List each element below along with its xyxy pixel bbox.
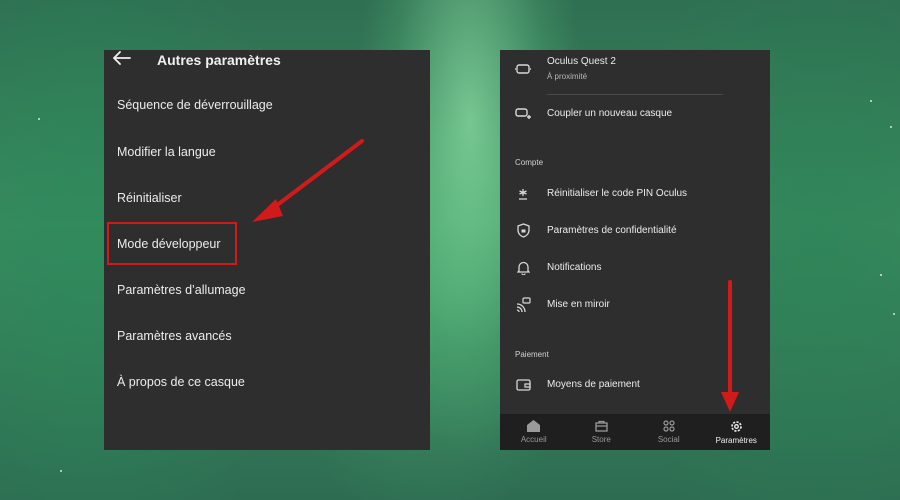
other-settings-panel: Autres paramètres Séquence de déverrouil… [104, 50, 430, 450]
device-name[interactable]: Oculus Quest 2 [547, 56, 616, 67]
wallet-icon [514, 377, 532, 393]
notifications-item[interactable]: Notifications [547, 262, 601, 273]
nav-tab-label: Social [657, 435, 680, 444]
menu-item-change-language[interactable]: Modifier la langue [117, 145, 216, 159]
bottom-navigation: Accueil Store Social Paramètres [500, 414, 770, 450]
back-button[interactable] [112, 50, 132, 66]
nav-tab-store[interactable]: Store [568, 414, 636, 450]
star [880, 274, 882, 276]
store-icon [595, 420, 608, 432]
settings-panel: Oculus Quest 2 À proximité Coupler un no… [500, 50, 770, 450]
menu-item-power-settings[interactable]: Paramètres d’allumage [117, 283, 246, 297]
asterisk-icon [514, 186, 532, 202]
nav-tab-settings[interactable]: Paramètres [703, 414, 771, 450]
menu-item-advanced-settings[interactable]: Paramètres avancés [117, 329, 232, 343]
gear-icon [730, 420, 742, 432]
star [893, 313, 895, 315]
privacy-settings-item[interactable]: Paramètres de confidentialité [547, 225, 677, 236]
payment-methods-item[interactable]: Moyens de paiement [547, 379, 640, 390]
menu-item-reset[interactable]: Réinitialiser [117, 191, 182, 205]
headset-icon [514, 61, 532, 77]
nav-tab-social[interactable]: Social [635, 414, 703, 450]
nav-tab-label: Accueil [520, 435, 547, 444]
headset-add-icon [514, 106, 532, 122]
menu-item-unlock-sequence[interactable]: Séquence de déverrouillage [117, 98, 273, 112]
section-header-account: Compte [515, 158, 544, 167]
menu-item-developer-mode[interactable]: Mode développeur [117, 237, 221, 251]
device-status: À proximité [547, 72, 588, 81]
mirroring-item[interactable]: Mise en miroir [547, 299, 610, 310]
star [890, 126, 892, 128]
star [38, 118, 40, 120]
pair-headset-item[interactable]: Coupler un nouveau casque [547, 108, 672, 119]
shield-lock-icon [514, 222, 532, 238]
social-icon [663, 420, 675, 432]
nav-tab-home[interactable]: Accueil [500, 414, 568, 450]
menu-item-about-headset[interactable]: À propos de ce casque [117, 375, 245, 389]
page-title: Autres paramètres [157, 52, 281, 68]
nav-tab-label: Paramètres [715, 435, 757, 445]
reset-pin-item[interactable]: Réinitialiser le code PIN Oculus [547, 188, 687, 199]
section-header-payment: Paiement [515, 350, 549, 359]
star [60, 470, 62, 472]
home-icon [527, 420, 541, 432]
arrow-left-icon [113, 51, 131, 65]
nav-tab-label: Store [591, 435, 611, 444]
divider [547, 94, 723, 95]
bell-icon [514, 260, 532, 276]
cast-icon [514, 296, 532, 312]
star [870, 100, 872, 102]
